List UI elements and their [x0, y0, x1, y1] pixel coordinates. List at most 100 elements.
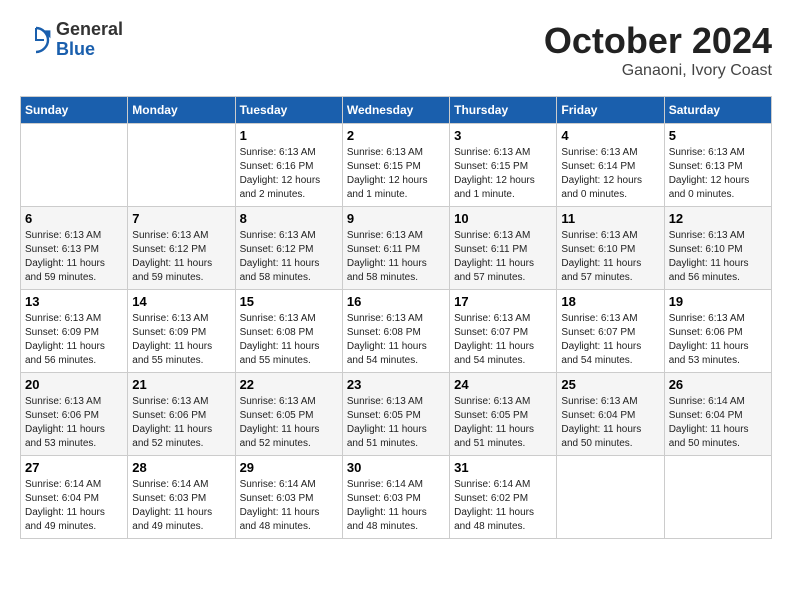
day-info: Sunrise: 6:13 AM Sunset: 6:11 PM Dayligh… — [454, 229, 552, 285]
calendar-cell: 17Sunrise: 6:13 AM Sunset: 6:07 PM Dayli… — [450, 290, 557, 373]
day-info: Sunrise: 6:13 AM Sunset: 6:06 PM Dayligh… — [132, 395, 230, 451]
day-number: 28 — [132, 460, 230, 475]
calendar-cell: 2 Sunrise: 6:13 AM Sunset: 6:15 PM Daylig… — [342, 124, 449, 207]
day-number: 7 — [132, 211, 230, 226]
day-info: Sunrise: 6:13 AM Sunset: 6:05 PM Dayligh… — [347, 395, 445, 451]
calendar-cell: 18 Sunrise: 6:13 AM Sunset: 6:07 PM Dayli… — [557, 290, 664, 373]
calendar-cell: 14 Sunrise: 6:13 AM Sunset: 6:09 PM Dayli… — [128, 290, 235, 373]
day-info: Sunrise: 6:13 AM Sunset: 6:12 PM Dayligh… — [132, 229, 230, 285]
day-number: 21 — [132, 377, 230, 392]
calendar-week-1: 1 Sunrise: 6:13 AM Sunset: 6:16 PM Daylig… — [21, 124, 772, 207]
calendar-cell — [128, 124, 235, 207]
calendar-cell: 13 Sunrise: 6:13 AM Sunset: 6:09 PM Dayli… — [21, 290, 128, 373]
calendar-cell: 30 Sunrise: 6:14 AM Sunset: 6:03 PM Dayli… — [342, 456, 449, 539]
day-number: 14 — [132, 294, 230, 309]
day-number: 18 — [561, 294, 659, 309]
calendar-cell — [664, 456, 771, 539]
day-number: 4 — [561, 128, 659, 143]
calendar-cell: 23 Sunrise: 6:13 AM Sunset: 6:05 PM Dayli… — [342, 373, 449, 456]
calendar-cell: 3 Sunrise: 6:13 AM Sunset: 6:15 PM Daylig… — [450, 124, 557, 207]
day-number: 25 — [561, 377, 659, 392]
calendar-cell: 22 Sunrise: 6:13 AM Sunset: 6:05 PM Dayli… — [235, 373, 342, 456]
logo-text: General Blue — [56, 20, 123, 60]
day-info: Sunrise: 6:13 AM Sunset: 6:07 PM Dayligh… — [561, 312, 659, 368]
day-number: 30 — [347, 460, 445, 475]
day-number: 17 — [454, 294, 552, 309]
day-number: 16 — [347, 294, 445, 309]
day-info: Sunrise: 6:14 AM Sunset: 6:04 PM Dayligh… — [25, 478, 123, 534]
day-number: 6 — [25, 211, 123, 226]
day-number: 3 — [454, 128, 552, 143]
day-info: Sunrise: 6:13 AM Sunset: 6:13 PM Dayligh… — [25, 229, 123, 285]
day-info: Sunrise: 6:14 AM Sunset: 6:02 PM Dayligh… — [454, 478, 552, 534]
day-number: 26 — [669, 377, 767, 392]
day-info: Sunrise: 6:13 AM Sunset: 6:09 PM Dayligh… — [25, 312, 123, 368]
day-info: Sunrise: 6:13 AM Sunset: 6:05 PM Dayligh… — [240, 395, 338, 451]
logo-blue-text: Blue — [56, 40, 123, 60]
day-info: Sunrise: 6:13 AM Sunset: 6:05 PM Dayligh… — [454, 395, 552, 451]
day-info: Sunrise: 6:13 AM Sunset: 6:16 PM Dayligh… — [240, 146, 338, 202]
header-thursday: Thursday — [450, 97, 557, 124]
calendar-cell: 25 Sunrise: 6:13 AM Sunset: 6:04 PM Dayli… — [557, 373, 664, 456]
day-number: 24 — [454, 377, 552, 392]
logo-icon — [20, 24, 52, 56]
calendar-cell: 20 Sunrise: 6:13 AM Sunset: 6:06 PM Dayli… — [21, 373, 128, 456]
day-number: 23 — [347, 377, 445, 392]
calendar-cell: 16Sunrise: 6:13 AM Sunset: 6:08 PM Dayli… — [342, 290, 449, 373]
header-friday: Friday — [557, 97, 664, 124]
logo-general-text: General — [56, 20, 123, 40]
day-number: 5 — [669, 128, 767, 143]
calendar-cell: 10 Sunrise: 6:13 AM Sunset: 6:11 PM Dayli… — [450, 207, 557, 290]
header-saturday: Saturday — [664, 97, 771, 124]
title-block: October 2024 Ganaoni, Ivory Coast — [544, 20, 772, 80]
day-info: Sunrise: 6:13 AM Sunset: 6:09 PM Dayligh… — [132, 312, 230, 368]
day-info: Sunrise: 6:13 AM Sunset: 6:10 PM Dayligh… — [561, 229, 659, 285]
calendar-cell: 21 Sunrise: 6:13 AM Sunset: 6:06 PM Dayli… — [128, 373, 235, 456]
day-number: 27 — [25, 460, 123, 475]
day-info: Sunrise: 6:13 AM Sunset: 6:04 PM Dayligh… — [561, 395, 659, 451]
day-number: 11 — [561, 211, 659, 226]
calendar-week-5: 27 Sunrise: 6:14 AM Sunset: 6:04 PM Dayli… — [21, 456, 772, 539]
calendar-cell: 6 Sunrise: 6:13 AM Sunset: 6:13 PM Daylig… — [21, 207, 128, 290]
calendar-cell: 4 Sunrise: 6:13 AM Sunset: 6:14 PM Daylig… — [557, 124, 664, 207]
day-number: 13 — [25, 294, 123, 309]
calendar-cell — [557, 456, 664, 539]
calendar-cell: 1 Sunrise: 6:13 AM Sunset: 6:16 PM Daylig… — [235, 124, 342, 207]
header-monday: Monday — [128, 97, 235, 124]
calendar-cell: 27 Sunrise: 6:14 AM Sunset: 6:04 PM Dayli… — [21, 456, 128, 539]
calendar-cell: 8Sunrise: 6:13 AM Sunset: 6:12 PM Daylig… — [235, 207, 342, 290]
calendar-cell: 7 Sunrise: 6:13 AM Sunset: 6:12 PM Daylig… — [128, 207, 235, 290]
day-number: 20 — [25, 377, 123, 392]
day-number: 10 — [454, 211, 552, 226]
calendar-cell: 12Sunrise: 6:13 AM Sunset: 6:10 PM Dayli… — [664, 207, 771, 290]
day-info: Sunrise: 6:13 AM Sunset: 6:08 PM Dayligh… — [240, 312, 338, 368]
day-number: 1 — [240, 128, 338, 143]
calendar-week-2: 6 Sunrise: 6:13 AM Sunset: 6:13 PM Daylig… — [21, 207, 772, 290]
calendar-cell: 24 Sunrise: 6:13 AM Sunset: 6:05 PM Dayli… — [450, 373, 557, 456]
calendar-cell: 9Sunrise: 6:13 AM Sunset: 6:11 PM Daylig… — [342, 207, 449, 290]
calendar-cell: 28Sunrise: 6:14 AM Sunset: 6:03 PM Dayli… — [128, 456, 235, 539]
day-info: Sunrise: 6:13 AM Sunset: 6:14 PM Dayligh… — [561, 146, 659, 202]
day-info: Sunrise: 6:13 AM Sunset: 6:06 PM Dayligh… — [25, 395, 123, 451]
day-number: 2 — [347, 128, 445, 143]
logo: General Blue — [20, 20, 123, 60]
day-info: Sunrise: 6:14 AM Sunset: 6:03 PM Dayligh… — [240, 478, 338, 534]
day-info: Sunrise: 6:13 AM Sunset: 6:06 PM Dayligh… — [669, 312, 767, 368]
day-info: Sunrise: 6:13 AM Sunset: 6:15 PM Dayligh… — [347, 146, 445, 202]
month-title: October 2024 — [544, 20, 772, 62]
day-number: 31 — [454, 460, 552, 475]
day-number: 22 — [240, 377, 338, 392]
day-info: Sunrise: 6:13 AM Sunset: 6:15 PM Dayligh… — [454, 146, 552, 202]
day-number: 29 — [240, 460, 338, 475]
calendar-cell — [21, 124, 128, 207]
day-number: 19 — [669, 294, 767, 309]
page-header: General Blue October 2024 Ganaoni, Ivory… — [20, 20, 772, 80]
calendar-cell: 5 Sunrise: 6:13 AM Sunset: 6:13 PM Daylig… — [664, 124, 771, 207]
weekday-header-row: Sunday Monday Tuesday Wednesday Thursday… — [21, 97, 772, 124]
day-info: Sunrise: 6:13 AM Sunset: 6:13 PM Dayligh… — [669, 146, 767, 202]
calendar-cell: 29 Sunrise: 6:14 AM Sunset: 6:03 PM Dayli… — [235, 456, 342, 539]
day-info: Sunrise: 6:13 AM Sunset: 6:11 PM Dayligh… — [347, 229, 445, 285]
day-info: Sunrise: 6:14 AM Sunset: 6:03 PM Dayligh… — [347, 478, 445, 534]
day-info: Sunrise: 6:13 AM Sunset: 6:12 PM Dayligh… — [240, 229, 338, 285]
calendar-cell: 15Sunrise: 6:13 AM Sunset: 6:08 PM Dayli… — [235, 290, 342, 373]
